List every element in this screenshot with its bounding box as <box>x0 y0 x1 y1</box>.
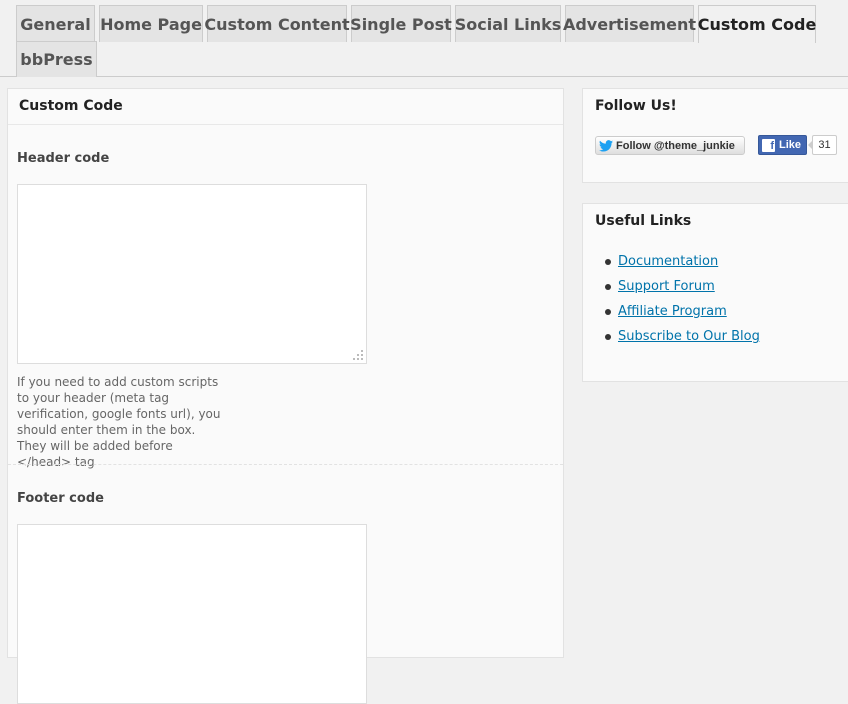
section-divider <box>8 464 563 465</box>
twitter-bird-icon <box>599 139 613 152</box>
tab-home-page[interactable]: Home Page <box>99 5 203 42</box>
tab-custom-code[interactable]: Custom Code <box>698 5 816 43</box>
support-forum-link[interactable]: Support Forum <box>618 279 715 294</box>
facebook-like-label: Like <box>779 139 802 151</box>
twitter-follow-button[interactable]: Follow @theme_junkie <box>595 136 745 155</box>
custom-code-panel: Custom Code Header code If you need to a… <box>7 88 564 704</box>
documentation-link[interactable]: Documentation <box>618 254 718 269</box>
tab-single-post[interactable]: Single Post <box>350 5 452 42</box>
list-item: Affiliate Program <box>595 304 760 329</box>
footer-code-textarea[interactable] <box>17 524 367 704</box>
footer-code-label: Footer code <box>17 491 104 506</box>
tab-custom-content[interactable]: Custom Content <box>204 5 350 42</box>
subscribe-blog-link[interactable]: Subscribe to Our Blog <box>618 329 760 344</box>
list-item: Documentation <box>595 254 760 279</box>
resize-grip-icon[interactable] <box>353 350 365 362</box>
panel-title: Custom Code <box>8 89 563 125</box>
header-code-help: If you need to add custom scripts to you… <box>17 375 221 469</box>
header-code-textarea[interactable] <box>17 184 367 364</box>
list-item: Subscribe to Our Blog <box>595 329 760 354</box>
list-item: Support Forum <box>595 279 760 304</box>
header-code-label: Header code <box>17 151 110 166</box>
useful-links-widget: Useful Links Documentation Support Forum… <box>582 203 848 382</box>
affiliate-program-link[interactable]: Affiliate Program <box>618 304 727 319</box>
useful-links-title: Useful Links <box>595 213 692 229</box>
follow-us-title: Follow Us! <box>595 98 677 114</box>
facebook-logo-icon: f <box>762 138 775 152</box>
useful-links-list: Documentation Support Forum Affiliate Pr… <box>595 254 760 354</box>
follow-us-widget: Follow Us! Follow @theme_junkie f Like 3… <box>582 88 848 183</box>
tab-bbpress[interactable]: bbPress <box>16 41 97 77</box>
tab-social-links[interactable]: Social Links <box>455 5 561 42</box>
tab-bar: General Home Page Custom Content Single … <box>0 0 848 77</box>
tab-general[interactable]: General <box>16 5 95 42</box>
facebook-like-count: 31 <box>808 135 837 155</box>
twitter-follow-label: Follow @theme_junkie <box>616 139 735 152</box>
tab-advertisement[interactable]: Advertisement <box>563 5 696 42</box>
facebook-like-button[interactable]: f Like <box>758 135 807 155</box>
